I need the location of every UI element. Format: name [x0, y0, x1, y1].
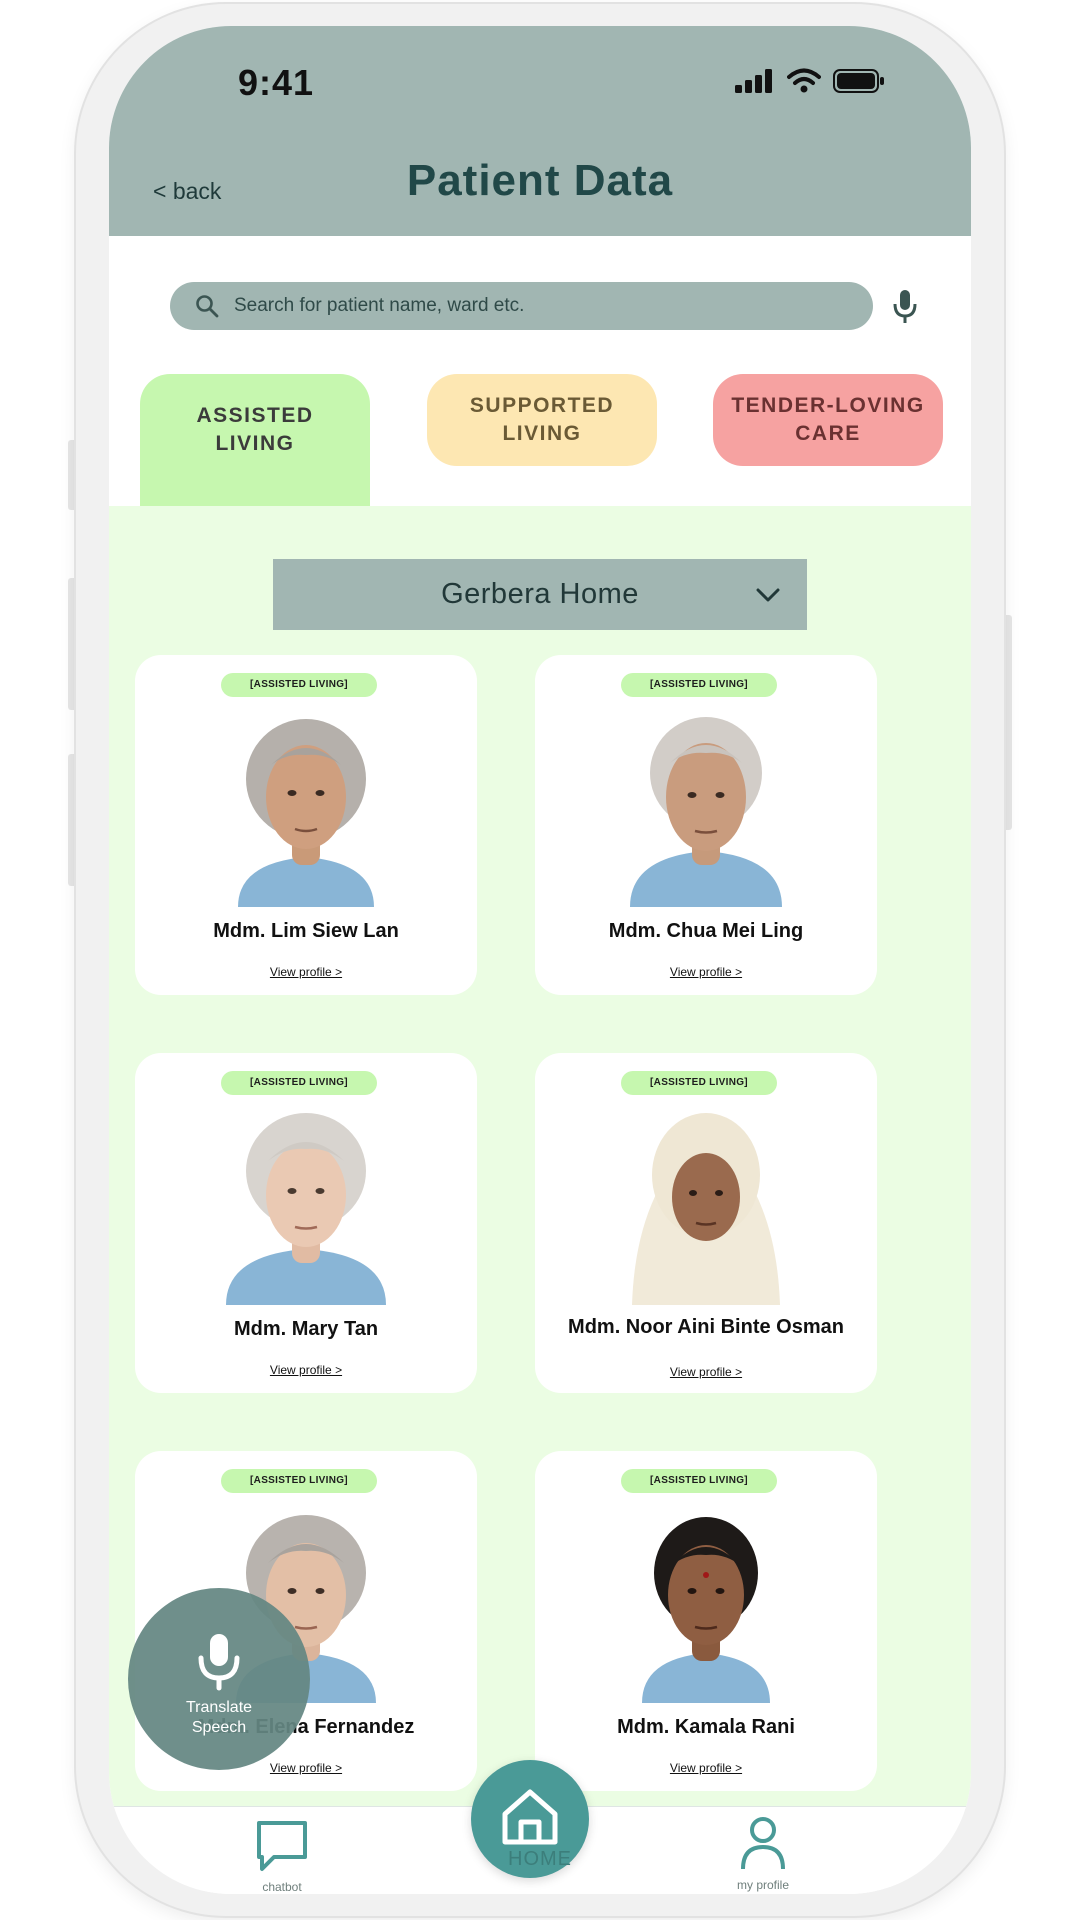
translate-label-line2: Speech	[191, 1719, 247, 1736]
patient-photo	[632, 1113, 780, 1305]
patient-name: Mdm. Chua Mei Ling	[608, 920, 804, 942]
app-screen: 9:41 < back Patient Data Search for pati…	[109, 26, 971, 1894]
patient-name: Mdm. Mary Tan	[233, 1318, 379, 1340]
care-level-badge: [ASSISTED LIVING]	[221, 1071, 377, 1095]
patient-card[interactable]: [ASSISTED LIVING] Mdm. Lim Siew Lan View…	[135, 655, 477, 995]
signal-icon	[735, 69, 772, 93]
search-icon	[196, 295, 219, 318]
translate-speech-button[interactable]: Translate Speech	[128, 1588, 310, 1770]
wifi-icon	[787, 68, 821, 93]
view-profile-link[interactable]: View profile >	[535, 965, 877, 979]
search-input[interactable]	[232, 294, 836, 318]
nav-chatbot-label: chatbot	[262, 1880, 302, 1894]
home-icon	[502, 1789, 558, 1845]
tab-supported-living[interactable]: SUPPORTED LIVING	[427, 374, 657, 466]
care-level-badge: [ASSISTED LIVING]	[221, 1469, 377, 1493]
tab-tender-loving-care[interactable]: TENDER-LOVING CARE	[713, 374, 943, 466]
search-bar[interactable]	[170, 282, 873, 330]
nav-home-label: HOME	[508, 1848, 572, 1870]
care-level-badge: [ASSISTED LIVING]	[621, 1071, 777, 1095]
tab-label-line1: ASSISTED	[196, 404, 314, 427]
patient-photo	[238, 719, 374, 907]
care-level-badge: [ASSISTED LIVING]	[621, 1469, 777, 1493]
voice-search-mic-icon[interactable]	[891, 288, 919, 326]
tab-label-line1: SUPPORTED	[469, 394, 615, 417]
tab-label-line2: CARE	[795, 422, 861, 445]
view-profile-link[interactable]: View profile >	[535, 1365, 877, 1379]
patient-card[interactable]: [ASSISTED LIVING] Mdm. Chua Mei Ling Vie…	[535, 655, 877, 995]
translate-label-line1: Translate	[185, 1699, 253, 1716]
patient-name: Mdm. Noor Aini Binte Osman	[568, 1316, 844, 1338]
view-profile-link[interactable]: View profile >	[135, 965, 477, 979]
tab-assisted-living[interactable]: ASSISTED LIVING	[140, 374, 370, 506]
tab-label-line2: LIVING	[215, 432, 295, 455]
chevron-down-icon	[756, 588, 780, 602]
home-dropdown-value: Gerbera Home	[441, 578, 639, 610]
translate-label: Translate Speech	[128, 1698, 310, 1738]
tab-label-line2: LIVING	[502, 422, 582, 445]
app-header: 9:41 < back Patient Data	[109, 26, 971, 236]
care-level-badge: [ASSISTED LIVING]	[221, 673, 377, 697]
view-profile-link[interactable]: View profile >	[535, 1761, 877, 1775]
patient-card[interactable]: [ASSISTED LIVING] Mdm. Noor Aini Binte O…	[535, 1053, 877, 1393]
patient-photo	[642, 1517, 770, 1703]
patient-photo	[630, 717, 782, 907]
status-time: 9:41	[238, 62, 315, 103]
microphone-icon	[198, 1634, 240, 1691]
care-level-badge: [ASSISTED LIVING]	[621, 673, 777, 697]
patient-card[interactable]: [ASSISTED LIVING] Mdm. Mary Tan View pro…	[135, 1053, 477, 1393]
patient-photo	[226, 1113, 386, 1305]
battery-icon	[833, 69, 884, 93]
patient-name: Mdm. Kamala Rani	[617, 1716, 795, 1738]
view-profile-link[interactable]: View profile >	[135, 1363, 477, 1377]
nav-profile-label: my profile	[736, 1878, 789, 1892]
patient-card[interactable]: [ASSISTED LIVING] Mdm. Kamala Rani View …	[535, 1451, 877, 1791]
status-icons	[735, 68, 885, 94]
patient-name: Mdm. Lim Siew Lan	[213, 920, 399, 942]
tab-label-line1: TENDER-LOVING	[731, 394, 925, 417]
home-dropdown[interactable]: Gerbera Home	[273, 559, 807, 630]
page-title: Patient Data	[406, 156, 674, 205]
